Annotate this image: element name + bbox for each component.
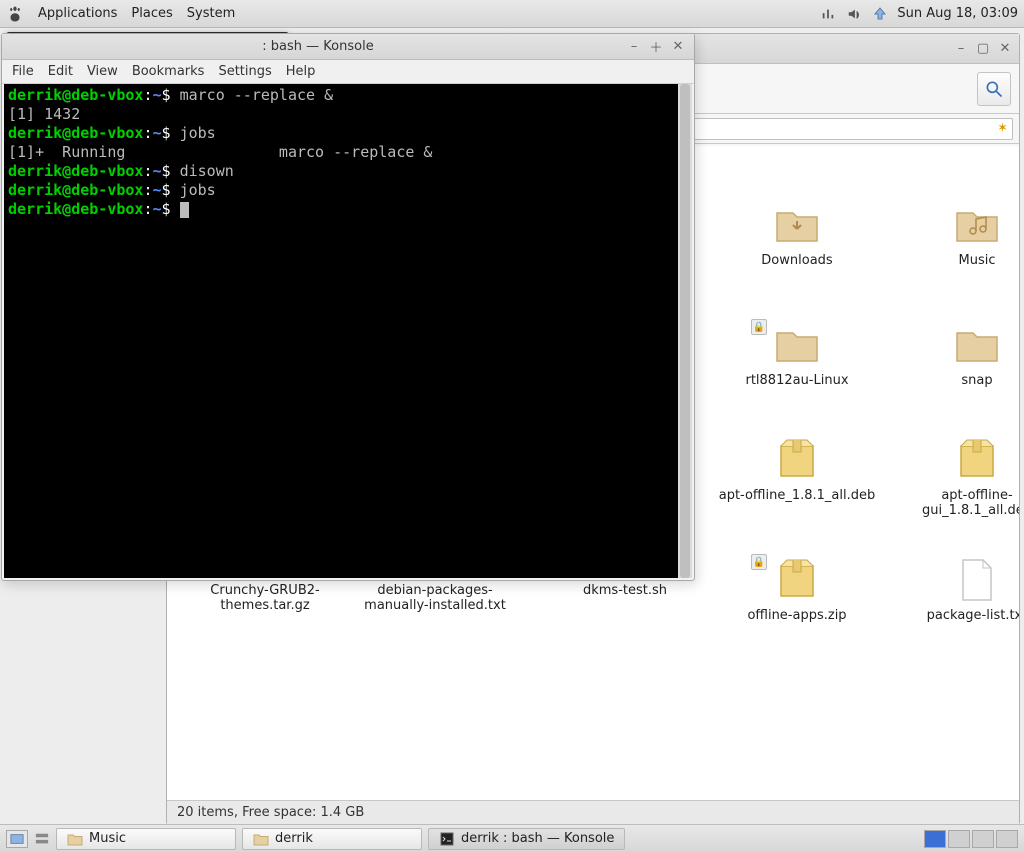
file-label: offline-apps.zip: [712, 608, 882, 623]
file-label: apt-offline-gui_1.8.1_all.deb: [892, 488, 1019, 518]
workspace-2[interactable]: [948, 830, 970, 848]
terminal-icon: [439, 831, 455, 847]
file-label: rtl8812au-Linux: [712, 373, 882, 388]
folder-icon: [953, 201, 1001, 249]
term-menu-view[interactable]: View: [87, 64, 118, 79]
file-item[interactable]: 🔒 offline-apps.zip: [712, 556, 882, 623]
panel-menu-system[interactable]: System: [187, 6, 235, 21]
file-item[interactable]: Crunchy-GRUB2-themes.tar.gz: [180, 583, 350, 613]
workspace-1[interactable]: [924, 830, 946, 848]
gnome-foot-icon: [6, 5, 24, 23]
term-menu-edit[interactable]: Edit: [48, 64, 73, 79]
task-label: derrik: [275, 831, 313, 846]
fm-statusbar: 20 items, Free space: 1.4 GB: [167, 800, 1019, 824]
konsole-menubar: File Edit View Bookmarks Settings Help: [2, 60, 694, 84]
taskbar-task[interactable]: Music: [56, 828, 236, 850]
show-desktop-button[interactable]: [6, 830, 28, 848]
folder-icon: [67, 831, 83, 847]
task-label: Music: [89, 831, 126, 846]
file-label: Music: [892, 253, 1019, 268]
zip-icon: 🔒: [773, 556, 821, 604]
file-item[interactable]: 🔒 rtl8812au-Linux: [712, 321, 882, 388]
search-button[interactable]: [977, 72, 1011, 106]
workspace-3[interactable]: [972, 830, 994, 848]
file-item[interactable]: package-list.txt: [892, 556, 1019, 623]
workspace-4[interactable]: [996, 830, 1018, 848]
close-icon[interactable]: ✕: [997, 41, 1013, 57]
term-menu-bookmarks[interactable]: Bookmarks: [132, 64, 205, 79]
volume-icon[interactable]: [845, 5, 863, 23]
folder-icon: [253, 831, 269, 847]
panel-menu-applications[interactable]: Applications: [38, 6, 117, 21]
package-icon: [953, 436, 1001, 484]
folder-icon: [773, 201, 821, 249]
panel-menu-places[interactable]: Places: [131, 6, 172, 21]
term-menu-settings[interactable]: Settings: [218, 64, 271, 79]
maximize-icon[interactable]: ＋: [648, 39, 664, 55]
konsole-window[interactable]: : bash — Konsole – ＋ ✕ File Edit View Bookm…: [1, 33, 695, 581]
lock-emblem-icon: 🔒: [751, 554, 767, 570]
folder-icon: [953, 321, 1001, 369]
file-label: apt-offline_1.8.1_all.deb: [712, 488, 882, 503]
close-icon[interactable]: ✕: [670, 39, 686, 55]
konsole-titlebar[interactable]: : bash — Konsole – ＋ ✕: [2, 34, 694, 60]
fm-status-text: 20 items, Free space: 1.4 GB: [177, 805, 364, 820]
folder-icon: 🔒: [773, 321, 821, 369]
file-item[interactable]: Downloads: [712, 201, 882, 268]
file-item[interactable]: apt-offline_1.8.1_all.deb: [712, 436, 882, 503]
package-icon: [773, 436, 821, 484]
window-list-icon[interactable]: [34, 831, 50, 847]
top-panel: Applications Places System Sun Aug 18, 0…: [0, 0, 1024, 28]
workspace-switcher[interactable]: [924, 830, 1018, 848]
bottom-panel: Music derrik derrik : bash — Konsole: [0, 824, 1024, 852]
updates-icon[interactable]: [871, 5, 889, 23]
file-item[interactable]: apt-offline-gui_1.8.1_all.deb: [892, 436, 1019, 518]
maximize-icon[interactable]: ▢: [975, 41, 991, 57]
network-icon[interactable]: [819, 5, 837, 23]
minimize-icon[interactable]: –: [953, 41, 969, 57]
file-item[interactable]: Music: [892, 201, 1019, 268]
terminal-area[interactable]: derrik@deb-vbox:~$ marco --replace & [1]…: [4, 84, 692, 578]
taskbar-task[interactable]: derrik : bash — Konsole: [428, 828, 625, 850]
term-menu-file[interactable]: File: [12, 64, 34, 79]
panel-clock[interactable]: Sun Aug 18, 03:09: [897, 6, 1018, 21]
file-item[interactable]: dkms-test.sh: [540, 583, 710, 598]
taskbar-task[interactable]: derrik: [242, 828, 422, 850]
file-item[interactable]: snap: [892, 321, 1019, 388]
txt-icon: [953, 556, 1001, 604]
konsole-title: : bash — Konsole: [10, 39, 626, 54]
clear-icon[interactable]: ✶: [997, 121, 1008, 136]
file-item[interactable]: debian-packages-manually-installed.txt: [350, 583, 520, 613]
lock-emblem-icon: 🔒: [751, 319, 767, 335]
term-menu-help[interactable]: Help: [286, 64, 316, 79]
file-label: Downloads: [712, 253, 882, 268]
file-label: snap: [892, 373, 1019, 388]
minimize-icon[interactable]: –: [626, 39, 642, 55]
terminal-scrollbar[interactable]: [678, 84, 692, 578]
task-label: derrik : bash — Konsole: [461, 831, 614, 846]
file-label: package-list.txt: [892, 608, 1019, 623]
